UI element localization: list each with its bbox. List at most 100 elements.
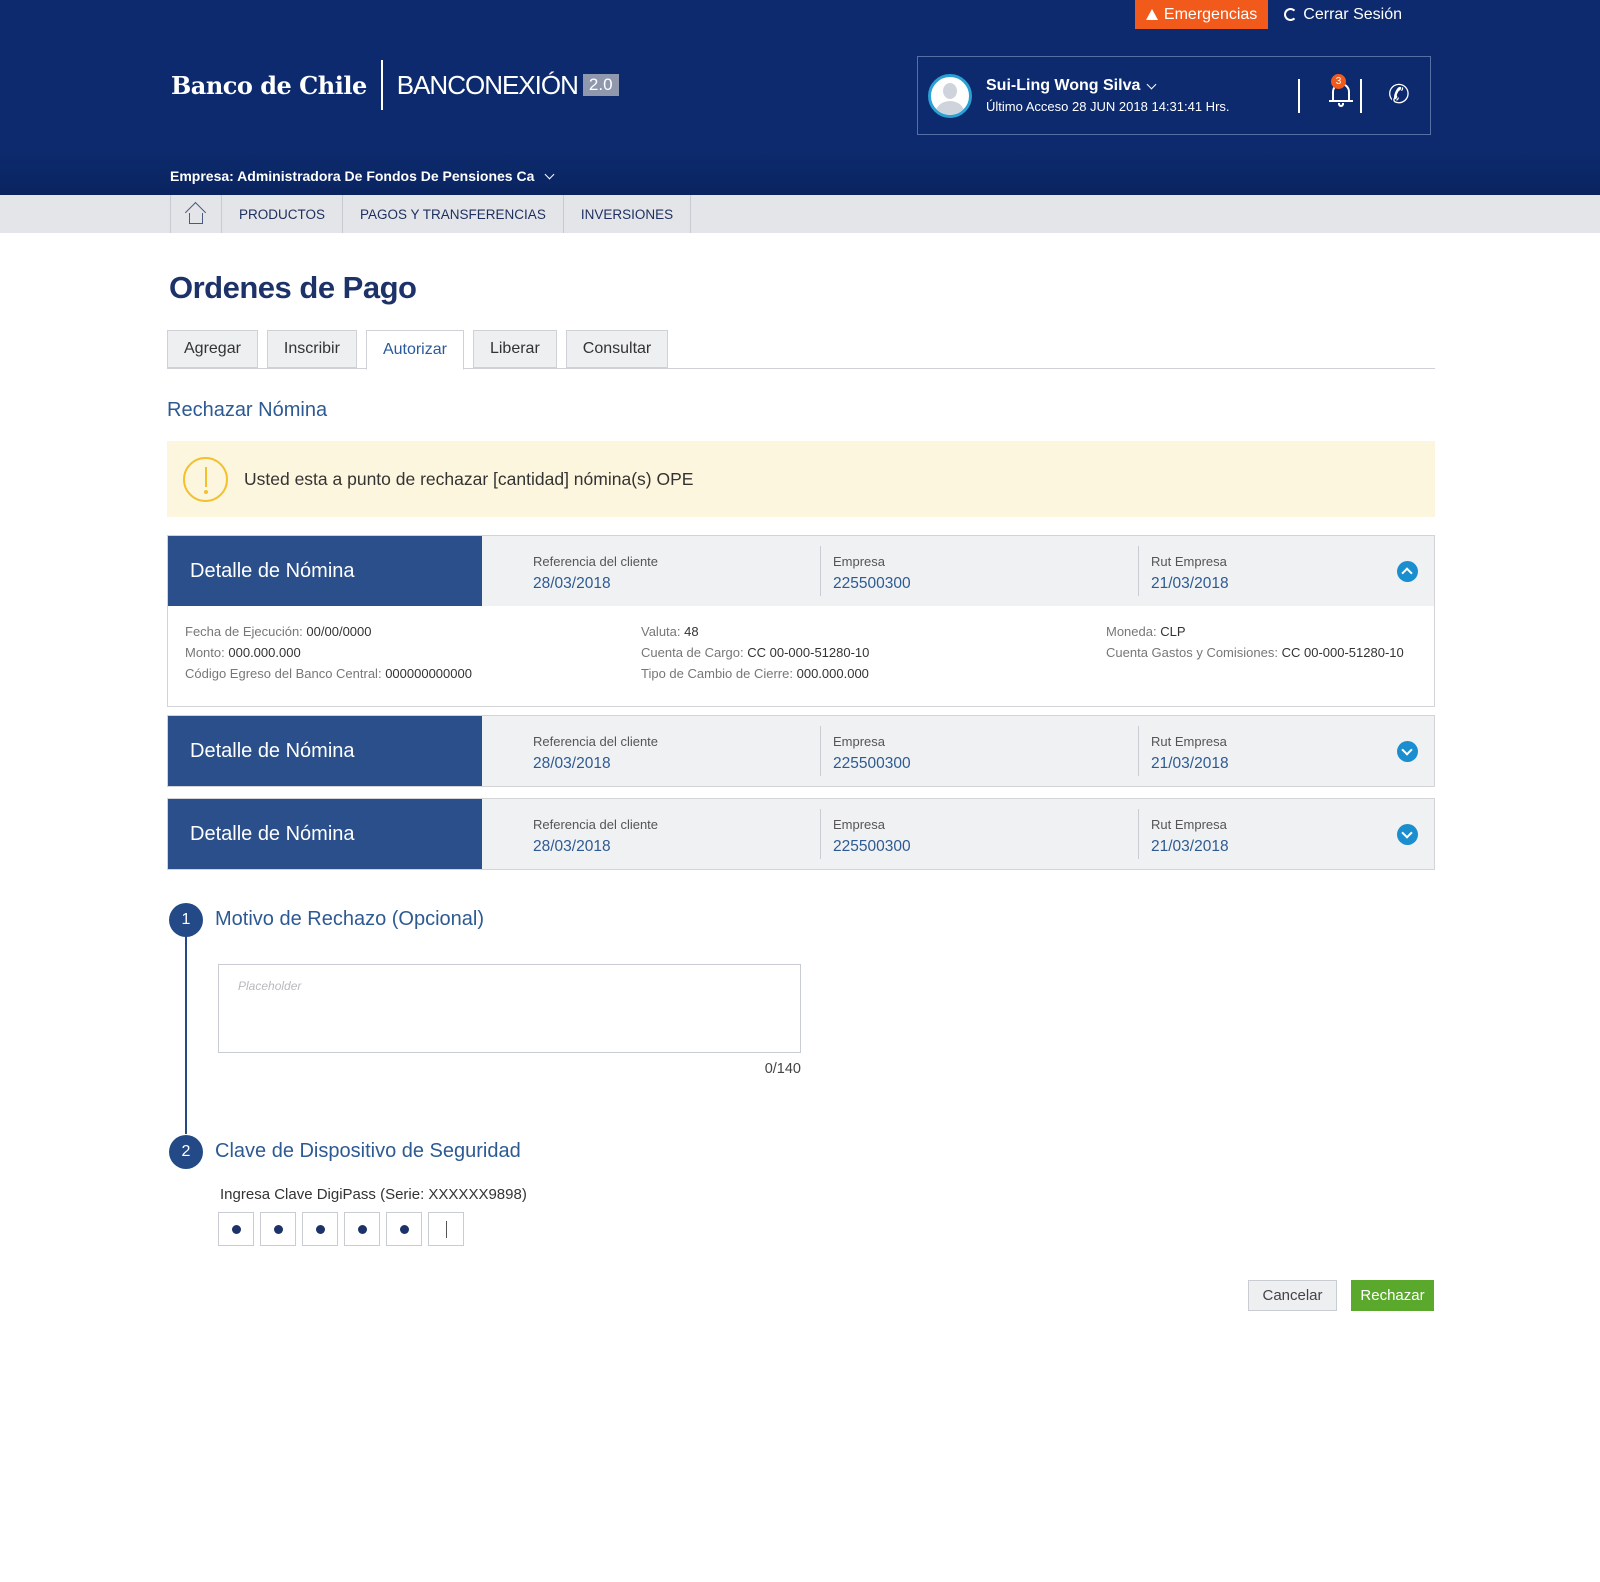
nav-productos[interactable]: PRODUCTOS [221, 195, 342, 233]
detail-value: 00/00/0000 [306, 624, 372, 639]
step-number: 1 [169, 903, 203, 937]
card-title: Detalle de Nómina [168, 716, 482, 786]
nav-inversiones[interactable]: INVERSIONES [562, 195, 692, 233]
product-name: BANCONEXIÓN [396, 69, 579, 100]
header: Emergencias Cerrar Sesión Banco de Chile… [0, 0, 1600, 195]
chevron-down-icon [1146, 79, 1157, 89]
detail-label: Cuenta Gastos y Comisiones: [1106, 645, 1278, 660]
company-value: 225500300 [833, 838, 911, 855]
chevron-down-icon [544, 169, 555, 179]
emergencies-button[interactable]: Emergencias [1134, 0, 1269, 29]
tab-inscribir[interactable]: Inscribir [266, 330, 357, 368]
rut-value: 21/03/2018 [1151, 838, 1229, 855]
alert-text: Usted esta a punto de rechazar [cantidad… [244, 468, 694, 489]
detail-label: Moneda: [1106, 624, 1157, 639]
detail-value: 000.000.000 [228, 645, 301, 660]
digipass-label: Ingresa Clave DigiPass (Serie: XXXXXX989… [220, 1186, 527, 1203]
rut-label: Rut Empresa [1151, 554, 1227, 569]
company-label: Empresa: Administradora De Fondos De Pen… [170, 168, 535, 184]
logout-label: Cerrar Sesión [1303, 5, 1402, 23]
nav-home[interactable] [170, 195, 221, 233]
pin-digit-field[interactable] [218, 1212, 254, 1246]
user-menu[interactable]: Sui-Ling Wong Silva [986, 77, 1230, 95]
rejection-reason-input[interactable]: Placeholder [218, 964, 801, 1053]
warning-alert: Usted esta a punto de rechazar [cantidad… [167, 441, 1435, 517]
notification-badge: 3 [1331, 74, 1346, 89]
client-ref-value: 28/03/2018 [533, 575, 611, 592]
section-title: Rechazar Nómina [167, 399, 328, 421]
top-actions: Emergencias Cerrar Sesión [1134, 0, 1402, 29]
client-ref-label: Referencia del cliente [533, 554, 659, 569]
client-ref-value: 28/03/2018 [533, 755, 611, 772]
detail-value: CC 00-000-51280-10 [747, 645, 870, 660]
user-info: Sui-Ling Wong Silva Último Acceso 28 JUN… [986, 77, 1230, 114]
user-name: Sui-Ling Wong Silva [986, 77, 1141, 94]
reject-button[interactable]: Rechazar [1351, 1280, 1434, 1311]
divider [1298, 79, 1300, 113]
cancel-button[interactable]: Cancelar [1248, 1280, 1337, 1311]
step-title: Clave de Dispositivo de Seguridad [215, 1140, 521, 1162]
tab-agregar[interactable]: Agregar [167, 330, 258, 368]
rut-label: Rut Empresa [1151, 734, 1227, 749]
company-selector[interactable]: Empresa: Administradora De Fondos De Pen… [170, 168, 555, 184]
card-title: Detalle de Nómina [168, 536, 482, 606]
tab-autorizar[interactable]: Autorizar [365, 330, 464, 370]
pin-digit-field[interactable] [386, 1212, 422, 1246]
pin-digit-field[interactable] [260, 1212, 296, 1246]
client-ref-label: Referencia del cliente [533, 817, 659, 832]
nav-pagos-transferencias[interactable]: PAGOS Y TRANSFERENCIAS [342, 195, 563, 233]
avatar[interactable] [928, 73, 972, 118]
power-icon [1284, 8, 1298, 21]
home-icon [184, 201, 207, 224]
payroll-card: Detalle de Nómina Referencia del cliente… [167, 715, 1435, 787]
tab-liberar[interactable]: Liberar [472, 330, 557, 368]
client-ref-value: 28/03/2018 [533, 838, 611, 855]
logout-button[interactable]: Cerrar Sesión [1284, 6, 1402, 24]
pin-digit-field[interactable] [344, 1212, 380, 1246]
logo[interactable]: Banco de Chile BANCONEXIÓN 2.0 [171, 60, 619, 110]
client-ref-label: Referencia del cliente [533, 734, 659, 749]
warning-icon [1145, 9, 1158, 20]
payroll-card: Detalle de Nómina Referencia del cliente… [167, 798, 1435, 870]
exclamation-icon [183, 456, 228, 502]
detail-label: Código Egreso del Banco Central: [185, 666, 382, 681]
detail-value: 000.000.000 [796, 666, 869, 681]
detail-label: Fecha de Ejecución: [185, 624, 303, 639]
card-header[interactable]: Detalle de Nómina Referencia del cliente… [168, 536, 1434, 606]
step-connector [185, 934, 187, 1134]
chevron-up-icon[interactable] [1397, 561, 1418, 582]
rut-value: 21/03/2018 [1151, 755, 1229, 772]
logo-divider [380, 60, 383, 110]
pin-digit-field[interactable] [302, 1212, 338, 1246]
page-title: Ordenes de Pago [169, 270, 417, 305]
phone-icon[interactable]: ✆ [1388, 79, 1414, 109]
card-header[interactable]: Detalle de Nómina Referencia del cliente… [168, 799, 1434, 869]
card-title: Detalle de Nómina [168, 799, 482, 869]
product-version: 2.0 [582, 74, 619, 96]
detail-value: 000000000000 [385, 666, 472, 681]
card-header[interactable]: Detalle de Nómina Referencia del cliente… [168, 716, 1434, 786]
emergencies-label: Emergencias [1163, 5, 1258, 23]
last-access: Último Acceso 28 JUN 2018 14:31:41 Hrs. [986, 99, 1230, 114]
tab-consultar[interactable]: Consultar [565, 330, 669, 368]
detail-label: Tipo de Cambio de Cierre: [641, 666, 793, 681]
divider [1360, 79, 1362, 113]
chevron-down-icon[interactable] [1397, 741, 1418, 762]
chevron-down-icon[interactable] [1397, 824, 1418, 845]
step-title: Motivo de Rechazo (Opcional) [215, 908, 485, 930]
bank-name: Banco de Chile [171, 70, 367, 100]
company-label: Empresa [833, 817, 886, 832]
rut-label: Rut Empresa [1151, 817, 1227, 832]
pin-digit-field[interactable] [428, 1212, 464, 1246]
character-counter: 0/140 [764, 1061, 801, 1077]
detail-label: Cuenta de Cargo: [641, 645, 744, 660]
company-value: 225500300 [833, 755, 911, 772]
tab-bar: Agregar Inscribir Autorizar Liberar Cons… [167, 330, 1435, 370]
rut-value: 21/03/2018 [1151, 575, 1229, 592]
company-label: Empresa [833, 554, 886, 569]
detail-value: 48 [684, 624, 699, 639]
detail-value: CLP [1160, 624, 1186, 639]
detail-value: CC 00-000-51280-10 [1281, 645, 1404, 660]
detail-label: Monto: [185, 645, 225, 660]
main-nav: PRODUCTOS PAGOS Y TRANSFERENCIAS INVERSI… [0, 195, 1600, 233]
